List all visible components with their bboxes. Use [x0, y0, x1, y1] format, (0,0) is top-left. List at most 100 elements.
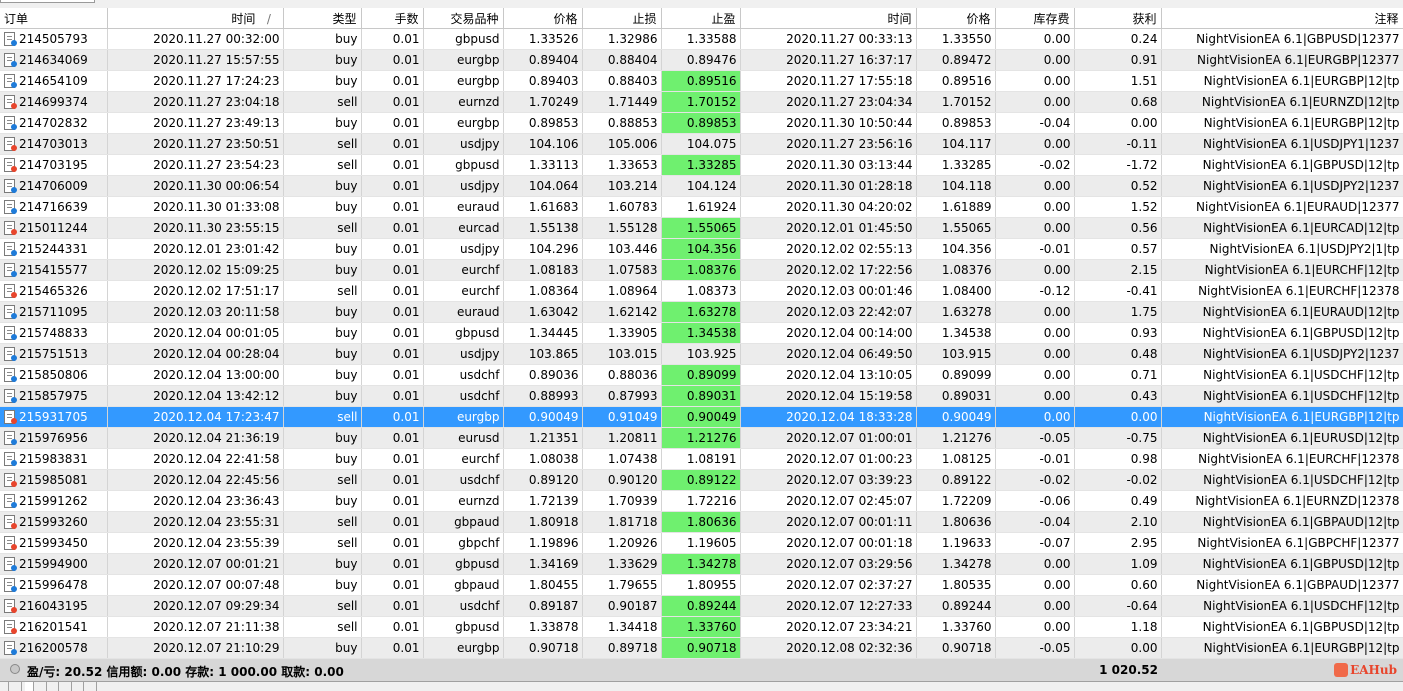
table-row[interactable]: 215850806 2020.12.04 13:00:00 buy 0.01 usdch…	[0, 364, 1403, 386]
table-row[interactable]: 215983831 2020.12.04 22:41:58 buy 0.01 eurch…	[0, 448, 1403, 470]
cell-swap: 0.00	[995, 406, 1075, 428]
ticket-buy-icon	[3, 53, 17, 67]
col-header-order[interactable]: 订单	[0, 8, 108, 29]
table-row[interactable]: 214634069 2020.11.27 15:57:55 buy 0.01 eurgb…	[0, 49, 1403, 71]
col-header-price[interactable]: 价格	[503, 8, 583, 29]
cell-price: 1.21351	[503, 427, 583, 449]
cell-type: sell	[283, 616, 362, 638]
col-header-swap[interactable]: 库存费	[995, 8, 1075, 29]
table-row[interactable]: 214703195 2020.11.27 23:54:23 sell 0.01 gbpu…	[0, 154, 1403, 176]
table-row[interactable]: 215993260 2020.12.04 23:55:31 sell 0.01 gbpa…	[0, 511, 1403, 533]
col-header-tp[interactable]: 止盈	[661, 8, 741, 29]
cell-tp: 1.33588	[661, 28, 741, 50]
cell-tp: 1.08191	[661, 448, 741, 470]
cell-lots: 0.01	[361, 385, 424, 407]
table-row[interactable]: 214699374 2020.11.27 23:04:18 sell 0.01 eurn…	[0, 91, 1403, 113]
table-row[interactable]: 214706009 2020.11.30 00:06:54 buy 0.01 usdjp…	[0, 175, 1403, 197]
table-row[interactable]: 215751513 2020.12.04 00:28:04 buy 0.01 usdjp…	[0, 343, 1403, 365]
cell-symbol: usdjpy	[423, 175, 504, 197]
cell-lots: 0.01	[361, 301, 424, 323]
cell-lots: 0.01	[361, 154, 424, 176]
table-row[interactable]: 214716639 2020.11.30 01:33:08 buy 0.01 eurau…	[0, 196, 1403, 218]
table-row[interactable]: 215993450 2020.12.04 23:55:39 sell 0.01 gbpc…	[0, 532, 1403, 554]
cell-profit: 0.68	[1074, 91, 1162, 113]
cell-close-time: 2020.12.07 02:37:27	[740, 574, 917, 596]
cell-close-price: 0.89099	[916, 364, 996, 386]
table-row[interactable]: 214505793 2020.11.27 00:32:00 buy 0.01 gbpus…	[0, 28, 1403, 50]
col-header-close-time[interactable]: 时间	[740, 8, 917, 29]
col-header-lots[interactable]: 手数	[361, 8, 424, 29]
col-header-close-price[interactable]: 价格	[916, 8, 996, 29]
cell-close-price: 1.08125	[916, 448, 996, 470]
table-row[interactable]: 214702832 2020.11.27 23:49:13 buy 0.01 eurgb…	[0, 112, 1403, 134]
cell-swap: -0.02	[995, 154, 1075, 176]
col-header-symbol[interactable]: 交易品种	[423, 8, 504, 29]
cell-tp: 0.89099	[661, 364, 741, 386]
table-row[interactable]: 215748833 2020.12.04 00:01:05 buy 0.01 gbpus…	[0, 322, 1403, 344]
cell-sl: 0.89718	[582, 637, 662, 659]
cell-comment: NightVisionEA 6.1|GBPUSD|12|tp	[1161, 616, 1403, 638]
cell-symbol: usdjpy	[423, 343, 504, 365]
col-header-type[interactable]: 类型	[283, 8, 362, 29]
cell-swap: 0.00	[995, 322, 1075, 344]
table-row[interactable]: 215996478 2020.12.07 00:07:48 buy 0.01 gbpau…	[0, 574, 1403, 596]
ticket-sell-icon	[3, 158, 17, 172]
cell-symbol: eurgbp	[423, 70, 504, 92]
cell-order: 215415577	[0, 259, 108, 281]
cell-open-time: 2020.12.07 21:10:29	[107, 637, 284, 659]
cell-type: buy	[283, 490, 362, 512]
table-row[interactable]: 215415577 2020.12.02 15:09:25 buy 0.01 eurch…	[0, 259, 1403, 281]
cell-close-time: 2020.11.27 23:56:16	[740, 133, 917, 155]
table-row[interactable]: 214654109 2020.11.27 17:24:23 buy 0.01 eurgb…	[0, 70, 1403, 92]
cell-profit: 0.49	[1074, 490, 1162, 512]
cell-swap: 0.00	[995, 133, 1075, 155]
cell-swap: 0.00	[995, 70, 1075, 92]
cell-order: 214703013	[0, 133, 108, 155]
cell-profit: -0.11	[1074, 133, 1162, 155]
table-row[interactable]: 214703013 2020.11.27 23:50:51 sell 0.01 usdj…	[0, 133, 1403, 155]
cell-symbol: eurcad	[423, 217, 504, 239]
cell-profit: 0.00	[1074, 406, 1162, 428]
table-row[interactable]: 215991262 2020.12.04 23:36:43 buy 0.01 eurnz…	[0, 490, 1403, 512]
cell-open-time: 2020.11.27 00:32:00	[107, 28, 284, 50]
col-header-sl[interactable]: 止损	[582, 8, 662, 29]
ticket-sell-icon	[3, 221, 17, 235]
table-row[interactable]: 215931705 2020.12.04 17:23:47 sell 0.01 eurg…	[0, 406, 1403, 428]
table-row[interactable]: 215011244 2020.11.30 23:55:15 sell 0.01 eurc…	[0, 217, 1403, 239]
cell-open-time: 2020.12.02 17:51:17	[107, 280, 284, 302]
cell-sl: 1.33905	[582, 322, 662, 344]
ticket-sell-icon	[3, 284, 17, 298]
cell-sl: 0.88853	[582, 112, 662, 134]
cell-close-price: 0.89031	[916, 385, 996, 407]
cell-order: 215857975	[0, 385, 108, 407]
table-row[interactable]: 215711095 2020.12.03 20:11:58 buy 0.01 eurau…	[0, 301, 1403, 323]
table-row[interactable]: 216200578 2020.12.07 21:10:29 buy 0.01 eurgb…	[0, 637, 1403, 659]
cell-swap: 0.00	[995, 175, 1075, 197]
cell-profit: 0.43	[1074, 385, 1162, 407]
cell-price: 0.88993	[503, 385, 583, 407]
col-header-open-time[interactable]: 时间 /	[107, 8, 284, 29]
cell-close-time: 2020.12.02 02:55:13	[740, 238, 917, 260]
table-row[interactable]: 215465326 2020.12.02 17:51:17 sell 0.01 eurc…	[0, 280, 1403, 302]
cell-type: buy	[283, 196, 362, 218]
table-row[interactable]: 215976956 2020.12.04 21:36:19 buy 0.01 eurus…	[0, 427, 1403, 449]
table-row[interactable]: 215985081 2020.12.04 22:45:56 sell 0.01 usdc…	[0, 469, 1403, 491]
col-header-profit[interactable]: 获利	[1074, 8, 1162, 29]
col-header-comment[interactable]: 注释	[1161, 8, 1403, 29]
cell-close-price: 104.118	[916, 175, 996, 197]
cell-tp: 103.925	[661, 343, 741, 365]
table-row[interactable]: 215244331 2020.12.01 23:01:42 buy 0.01 usdjp…	[0, 238, 1403, 260]
ticket-buy-icon	[3, 641, 17, 655]
cell-order: 215994900	[0, 553, 108, 575]
cell-order: 216043195	[0, 595, 108, 617]
cell-order: 215985081	[0, 469, 108, 491]
table-row[interactable]: 216201541 2020.12.07 21:11:38 sell 0.01 gbpu…	[0, 616, 1403, 638]
ticket-buy-icon	[3, 179, 17, 193]
table-row[interactable]: 215994900 2020.12.07 00:01:21 buy 0.01 gbpus…	[0, 553, 1403, 575]
cell-lots: 0.01	[361, 322, 424, 344]
cell-order: 215751513	[0, 343, 108, 365]
cell-profit: 0.48	[1074, 343, 1162, 365]
cell-type: sell	[283, 217, 362, 239]
table-row[interactable]: 216043195 2020.12.07 09:29:34 sell 0.01 usdc…	[0, 595, 1403, 617]
table-row[interactable]: 215857975 2020.12.04 13:42:12 buy 0.01 usdch…	[0, 385, 1403, 407]
